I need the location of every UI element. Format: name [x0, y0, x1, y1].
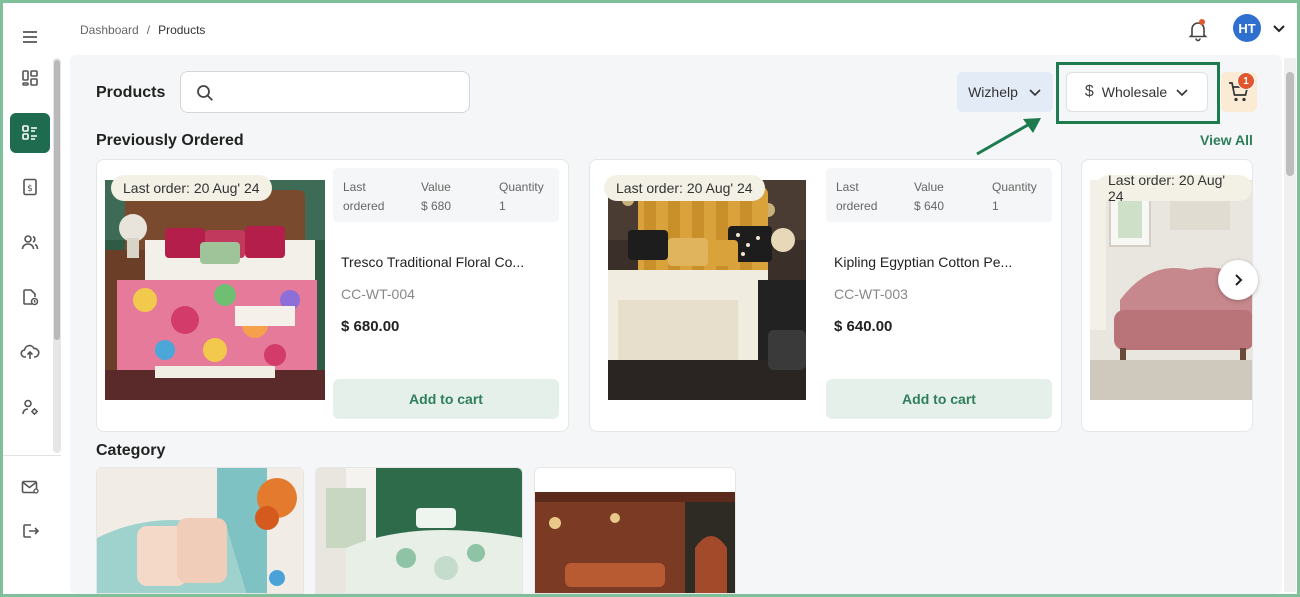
stat-quantity: Quantity 1 [992, 178, 1037, 216]
product-image[interactable] [608, 180, 806, 400]
sidebar-item-products[interactable] [10, 113, 50, 153]
brand-selector[interactable]: Wizhelp [957, 72, 1053, 112]
order-stats: Last ordered Value $ 640 Quantity 1 [826, 168, 1052, 222]
notification-dot [1199, 19, 1205, 25]
category-image [316, 468, 522, 593]
carousel-next-button[interactable] [1218, 260, 1258, 300]
main-scrollbar[interactable] [1284, 58, 1296, 592]
chevron-down-icon [1029, 89, 1041, 97]
logout-icon [23, 524, 40, 538]
last-order-badge: Last order: 20 Aug' 24 [111, 175, 272, 201]
category-tile[interactable] [96, 467, 304, 594]
reports-icon [23, 289, 39, 306]
stat-quantity: Quantity 1 [499, 178, 544, 216]
previously-ordered-title: Previously Ordered [96, 132, 244, 149]
category-image [97, 468, 303, 593]
view-all-link[interactable]: View All [1200, 132, 1253, 148]
avatar[interactable]: HT [1233, 14, 1261, 42]
dashboard-icon [22, 70, 38, 86]
category-image [535, 468, 735, 593]
invoice-icon: $ [23, 178, 37, 196]
sidebar-item-upload[interactable] [10, 332, 50, 372]
breadcrumb-separator: / [146, 23, 151, 37]
add-to-cart-button[interactable]: Add to cart [333, 379, 559, 419]
chevron-down-icon[interactable] [1271, 20, 1287, 36]
product-image[interactable] [105, 180, 325, 400]
annotation-highlight-box [1056, 62, 1220, 124]
category-tile[interactable] [315, 467, 523, 594]
notification-bell-icon[interactable] [1186, 18, 1210, 42]
sidebar-divider [3, 455, 61, 456]
stat-value: Value $ 680 [421, 178, 451, 216]
stat-value-amount: $ 640 [914, 199, 945, 213]
svg-text:$: $ [27, 184, 33, 194]
sidebar-item-users[interactable] [10, 222, 50, 262]
stat-quantity-amount: 1 [992, 199, 999, 213]
sidebar-item-user-settings[interactable] [10, 387, 50, 427]
mail-icon [21, 480, 39, 494]
sidebar-scroll-thumb[interactable] [54, 60, 60, 340]
add-to-cart-button[interactable]: Add to cart [826, 379, 1052, 419]
stat-value-label: Value [914, 180, 944, 194]
product-sku: CC-WT-003 [834, 286, 908, 302]
last-order-badge: Last order: 20 Aug' 24 [1096, 172, 1252, 204]
upload-icon [20, 344, 40, 359]
breadcrumb-current: Products [158, 23, 206, 37]
product-price: $ 640.00 [834, 318, 893, 335]
annotation-arrow-icon [976, 118, 1041, 156]
sidebar-scrollbar[interactable] [53, 58, 61, 453]
stat-value: Value $ 640 [914, 178, 944, 216]
stat-value-label: Value [421, 180, 451, 194]
search-icon [197, 85, 213, 101]
stat-last-ordered-label: Last ordered [343, 180, 385, 213]
sidebar: $ [3, 3, 61, 594]
user-settings-icon [22, 399, 38, 415]
sidebar-item-mail[interactable] [10, 467, 50, 507]
order-stats: Last ordered Value $ 680 Quantity 1 [333, 168, 559, 222]
sidebar-item-invoices[interactable]: $ [10, 167, 50, 207]
product-sku: CC-WT-004 [341, 286, 415, 302]
stat-last-ordered-label: Last ordered [836, 180, 878, 213]
hamburger-icon [23, 31, 37, 43]
sidebar-item-reports[interactable] [10, 277, 50, 317]
cart-count-badge: 1 [1237, 72, 1255, 90]
product-name[interactable]: Kipling Egyptian Cotton Pe... [834, 254, 1024, 270]
search-input[interactable] [225, 80, 455, 104]
breadcrumb-dashboard-link[interactable]: Dashboard [80, 23, 139, 37]
product-card[interactable]: Last order: 20 Aug' 24 Last ordered Valu… [589, 159, 1062, 432]
page-title: Products [96, 84, 166, 101]
category-tile[interactable] [534, 467, 736, 594]
stat-quantity-label: Quantity [992, 180, 1037, 194]
breadcrumb: Dashboard / Products [80, 23, 205, 37]
product-card[interactable]: Last order: 20 Aug' 24 Last ordered Valu… [96, 159, 569, 432]
category-title: Category [96, 442, 166, 459]
stat-quantity-amount: 1 [499, 199, 506, 213]
menu-toggle-button[interactable] [10, 17, 50, 57]
product-name[interactable]: Tresco Traditional Floral Co... [341, 254, 531, 270]
sidebar-item-dashboard[interactable] [10, 58, 50, 98]
stat-quantity-label: Quantity [499, 180, 544, 194]
last-order-badge: Last order: 20 Aug' 24 [604, 175, 765, 201]
users-icon [21, 235, 39, 250]
stat-value-amount: $ 680 [421, 199, 452, 213]
sidebar-item-logout[interactable] [10, 511, 50, 551]
search-box[interactable] [180, 71, 470, 113]
chevron-right-icon [1235, 274, 1243, 286]
product-price: $ 680.00 [341, 318, 400, 335]
products-list-icon [22, 125, 37, 140]
brand-selector-label: Wizhelp [968, 84, 1018, 100]
main-scroll-thumb[interactable] [1286, 72, 1294, 176]
